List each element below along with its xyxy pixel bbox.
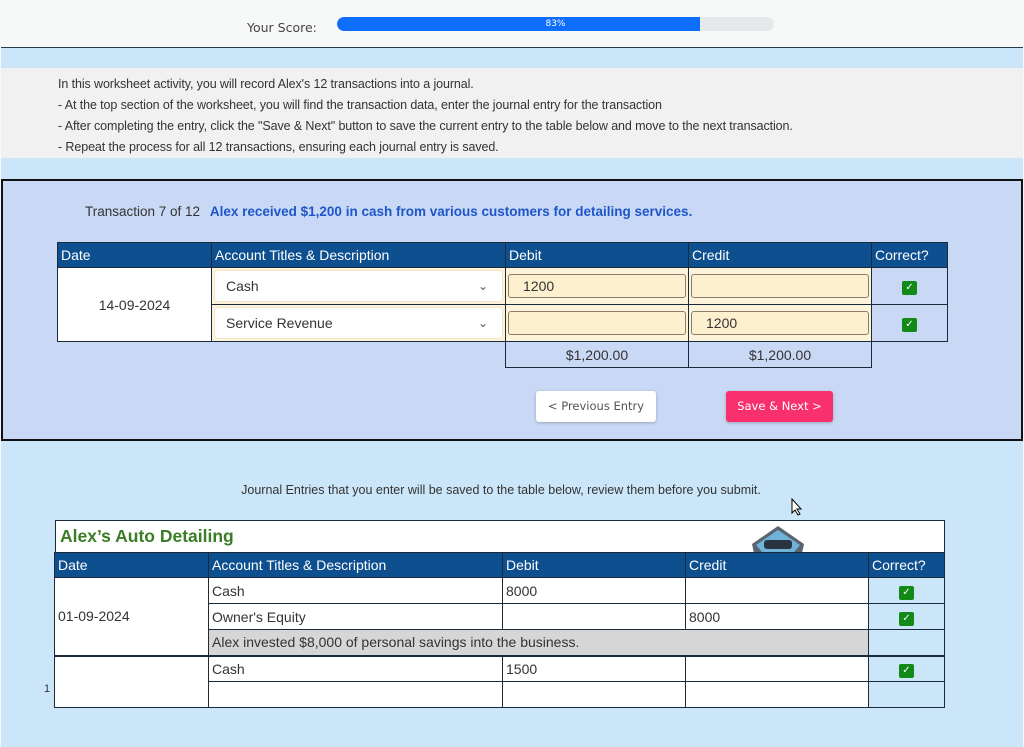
checkbox-checked-icon: ✓ [899,611,914,626]
credit-input[interactable] [691,274,869,298]
journal-debit [502,603,686,630]
score-progress-bar: 83% [337,17,774,31]
journal-date: 01-09-2024 [54,577,209,656]
transaction-counter: Transaction 7 of 12 [85,204,201,219]
total-credit: $1,200.00 [688,341,872,368]
journal-credit: 8000 [685,603,869,630]
debit-input[interactable] [508,311,686,335]
journal-table-header: Date Account Titles & Description Debit … [54,552,945,578]
journal-table: Date Account Titles & Description Debit … [54,552,945,708]
col-correct: Correct? [871,242,948,268]
mouse-cursor-icon [791,498,803,516]
col-date: Date [57,242,212,268]
col-date: Date [54,552,209,578]
col-debit: Debit [505,242,689,268]
debit-input[interactable]: 1200 [508,274,686,298]
saved-entries-note: Journal Entries that you enter will be s… [241,483,761,497]
journal-account: Cash [208,655,503,682]
journal-memo: Alex invested $8,000 of personal savings… [208,629,869,656]
journal-debit: 8000 [502,577,686,604]
instruction-line: - At the top section of the worksheet, y… [58,98,662,112]
transaction-panel: Transaction 7 of 12 Alex received $1,200… [1,179,1023,441]
entry-number: 1 [44,683,51,695]
col-account: Account Titles & Description [208,552,503,578]
col-credit: Credit [685,552,869,578]
journal-credit [685,577,869,604]
total-debit: $1,200.00 [505,341,689,368]
checkbox-checked-icon: ✓ [902,281,917,295]
entry-date: 14-09-2024 [57,267,212,342]
journal-date [54,655,209,708]
instruction-line: - Repeat the process for all 12 transact… [58,140,499,154]
col-account: Account Titles & Description [211,242,506,268]
chevron-down-icon: ⌄ [477,316,488,330]
col-debit: Debit [502,552,686,578]
journal-debit: 1500 [502,655,686,682]
score-percent: 83% [545,19,566,29]
entry-table-header: Date Account Titles & Description Debit … [57,242,948,268]
instruction-line: - After completing the entry, click the … [58,119,793,133]
instruction-line: In this worksheet activity, you will rec… [58,77,474,91]
account-select[interactable]: Cash ⌄ [215,271,502,301]
col-correct: Correct? [868,552,945,578]
entry-row: 14-09-2024 Cash ⌄ 1200 ✓ [57,267,948,342]
journal-credit [685,655,869,682]
journal-row: Cash 1500 ✓ [54,655,945,708]
entry-table: Date Account Titles & Description Debit … [57,242,948,368]
checkbox-checked-icon: ✓ [902,318,917,332]
chevron-down-icon: ⌄ [477,279,488,293]
checkbox-checked-icon: ✓ [899,663,914,678]
journal-account: Cash [208,577,503,604]
transaction-description: Alex received $1,200 in cash from variou… [209,204,693,219]
totals-row: $1,200.00 $1,200.00 [58,341,948,368]
credit-input[interactable]: 1200 [691,311,869,335]
account-select-value: Service Revenue [226,315,333,331]
journal-row: 01-09-2024 Cash 8000 ✓ [54,577,945,656]
col-credit: Credit [688,242,872,268]
transaction-header: Transaction 7 of 12 Alex received $1,200… [85,204,692,219]
instructions-panel: In this worksheet activity, you will rec… [1,68,1023,158]
previous-entry-button[interactable]: < Previous Entry [536,391,656,422]
score-label: Your Score: [247,20,317,35]
account-select-value: Cash [226,278,259,294]
save-next-button[interactable]: Save & Next > [726,391,833,422]
journal-account: Owner's Equity [208,603,503,630]
checkbox-checked-icon: ✓ [899,585,914,600]
account-select[interactable]: Service Revenue ⌄ [215,308,502,338]
score-bar-row: Your Score: 83% [0,0,1024,47]
company-name: Alex’s Auto Detailing [60,526,234,546]
